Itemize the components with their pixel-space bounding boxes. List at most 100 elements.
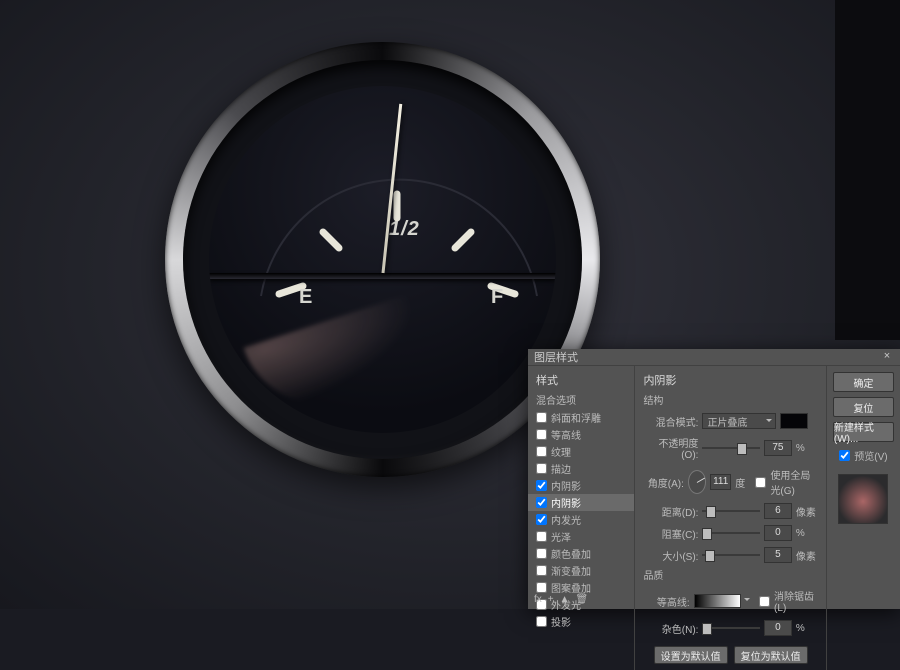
style-list-footer: fx + ▲ 🗑 [534,594,588,605]
style-label: 渐变叠加 [551,563,591,578]
style-label: 等高线 [551,427,581,442]
dialog-titlebar[interactable]: 图层样式 × [528,349,900,366]
style-row-12[interactable]: 投影 [528,613,634,630]
global-light-checkbox[interactable] [755,477,766,488]
layer-style-dialog[interactable]: 图层样式 × 样式 混合选项 斜面和浮雕等高线纹理描边内阴影内阴影内发光光泽颜色… [528,349,900,609]
gauge-label-full: F [491,286,504,309]
blend-mode-value: 正片叠底 [707,414,747,429]
effect-title: 内阴影 [643,372,817,388]
style-row-8[interactable]: 颜色叠加 [528,545,634,562]
style-label: 颜色叠加 [551,546,591,561]
style-row-5[interactable]: 内阴影 [528,494,634,511]
add-style-icon[interactable]: + [548,594,554,605]
style-checkbox[interactable] [536,429,547,440]
global-light-label: 使用全局光(G) [770,467,817,497]
style-checkbox[interactable] [536,548,547,559]
style-label: 光泽 [551,529,571,544]
close-icon[interactable]: × [880,350,894,364]
preview-row: 预览(V) [833,447,894,463]
choke-row: 阻塞(C): 0 % [643,525,817,541]
style-row-1[interactable]: 等高线 [528,426,634,443]
style-row-9[interactable]: 渐变叠加 [528,562,634,579]
style-row-4[interactable]: 内阴影 [528,477,634,494]
noise-unit: % [796,623,818,634]
trash-icon[interactable]: 🗑 [576,594,589,605]
antialias-label: 消除锯齿(L) [774,588,818,614]
angle-label: 角度(A): [643,475,683,490]
style-checkbox[interactable] [536,582,547,593]
angle-row: 角度(A): 111 度 使用全局光(G) [643,467,817,497]
style-row-0[interactable]: 斜面和浮雕 [528,409,634,426]
noise-label: 杂色(N): [643,621,698,636]
make-default-button[interactable]: 设置为默认值 [654,646,728,664]
blending-options-row[interactable]: 混合选项 [528,391,634,408]
gauge-shelf [209,273,556,279]
style-checkbox[interactable] [536,480,547,491]
styles-list-column: 样式 混合选项 斜面和浮雕等高线纹理描边内阴影内阴影内发光光泽颜色叠加渐变叠加图… [528,366,635,670]
choke-value[interactable]: 0 [764,525,792,541]
style-checkbox[interactable] [536,497,547,508]
choke-label: 阻塞(C): [643,526,698,541]
style-checkbox[interactable] [536,616,547,627]
styles-header: 样式 [528,370,634,390]
style-checkbox[interactable] [536,531,547,542]
size-unit: 像素 [796,548,818,563]
antialias-checkbox[interactable] [759,596,770,607]
style-row-2[interactable]: 纹理 [528,443,634,460]
style-checkbox[interactable] [536,446,547,457]
size-slider[interactable] [702,549,759,561]
new-style-button[interactable]: 新建样式(W)... [833,422,894,442]
size-row: 大小(S): 5 像素 [643,547,817,563]
style-label: 图案叠加 [551,580,591,595]
preview-swatch [838,474,888,524]
angle-dial[interactable] [688,470,706,494]
style-label: 投影 [551,614,571,629]
fx-icon[interactable]: fx [534,594,542,605]
cancel-button[interactable]: 复位 [833,397,894,417]
up-icon[interactable]: ▲ [560,594,570,605]
style-checkbox[interactable] [536,514,547,525]
angle-value[interactable]: 111 [710,474,731,490]
size-value[interactable]: 5 [764,547,792,563]
document-canvas[interactable]: E F 1/2 图层样式 × 样式 混合选项 斜面和浮雕等高线纹理描边内阴影内阴… [0,0,900,609]
dialog-title-text: 图层样式 [534,349,880,365]
style-label: 内发光 [551,512,581,527]
preview-checkbox[interactable] [839,450,850,461]
blend-mode-label: 混合模式: [643,414,698,429]
noise-slider[interactable] [702,622,759,634]
ok-button[interactable]: 确定 [833,372,894,392]
distance-label: 距离(D): [643,504,698,519]
style-checkbox[interactable] [536,463,547,474]
gauge-inner-ring: E F 1/2 [183,60,582,459]
blend-mode-dropdown[interactable]: 正片叠底 [702,413,776,429]
contour-label: 等高线: [643,594,689,609]
quality-label: 品质 [643,567,817,582]
style-row-7[interactable]: 光泽 [528,528,634,545]
reset-default-button[interactable]: 复位为默认值 [734,646,808,664]
opacity-unit: % [796,443,818,454]
style-checkbox[interactable] [536,412,547,423]
size-label: 大小(S): [643,548,698,563]
style-label: 内阴影 [551,495,581,510]
preview-label: 预览(V) [854,448,887,463]
choke-slider[interactable] [702,527,759,539]
angle-unit: 度 [735,475,751,490]
blend-mode-row: 混合模式: 正片叠底 [643,413,817,429]
contour-picker[interactable] [694,594,741,608]
distance-row: 距离(D): 6 像素 [643,503,817,519]
style-checkbox[interactable] [536,565,547,576]
default-buttons-row: 设置为默认值 复位为默认值 [643,646,817,664]
opacity-slider[interactable] [702,442,759,454]
noise-row: 杂色(N): 0 % [643,620,817,636]
style-row-6[interactable]: 内发光 [528,511,634,528]
distance-value[interactable]: 6 [764,503,792,519]
distance-slider[interactable] [702,505,759,517]
right-dark-strip [835,0,900,340]
opacity-label: 不透明度(O): [643,435,698,461]
opacity-value[interactable]: 75 [764,440,792,456]
shadow-color-swatch[interactable] [780,413,808,429]
structure-label: 结构 [643,392,817,407]
style-row-3[interactable]: 描边 [528,460,634,477]
choke-unit: % [796,528,818,539]
noise-value[interactable]: 0 [764,620,792,636]
